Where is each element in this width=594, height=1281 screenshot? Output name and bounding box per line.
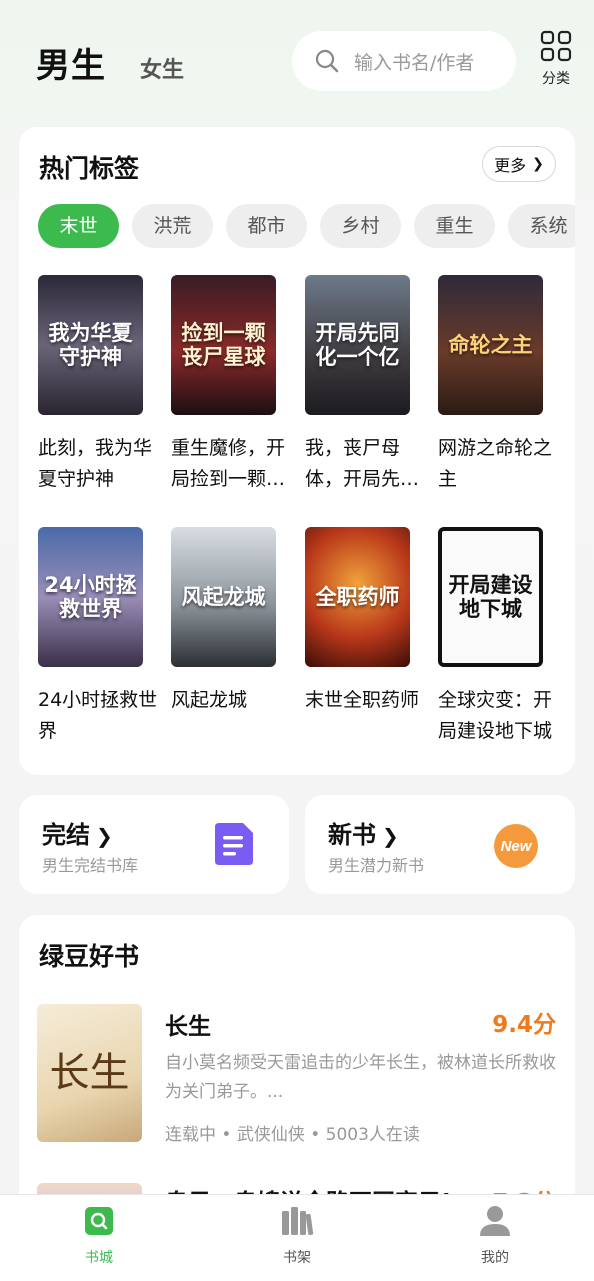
book-meta: 连载中 • 武侠仙侠 • 5003人在读 — [165, 1125, 420, 1145]
completed-shortcut[interactable]: 完结 ❯ 男生完结书库 — [19, 795, 289, 894]
book-cover[interactable]: 命轮之主 — [438, 275, 543, 415]
grid-icon — [540, 30, 572, 62]
book-description: 自小莫名频受天雷追击的少年长生，被林道长所救收为关门弟子。... — [165, 1053, 556, 1102]
chevron-right-icon: ❯ — [532, 156, 544, 172]
cover-title: 长生 — [49, 1050, 130, 1096]
new-badge-icon: New — [494, 824, 538, 868]
book-title[interactable]: 网游之命轮之主 — [438, 433, 560, 495]
book-item[interactable]: 捡到一颗丧尸星球 重生魔修，开局捡到一颗丧尸星球 — [171, 275, 304, 495]
cover-title: 24小时拯救世界 — [44, 573, 137, 621]
bookshelf-icon — [282, 1207, 314, 1235]
shortcut-title: 完结 ❯ — [42, 815, 113, 850]
book-title[interactable]: 此刻，我为华夏守护神 — [38, 433, 160, 495]
search-bar[interactable]: 输入书名/作者 — [292, 31, 516, 91]
new-books-shortcut[interactable]: 新书 ❯ 男生潜力新书 New — [305, 795, 575, 894]
tag-chip[interactable]: 乡村 — [320, 204, 401, 248]
book-item[interactable]: 风起龙城 风起龙城 — [171, 527, 304, 747]
book-title[interactable]: 全球灾变：开局建设地下城 — [438, 685, 560, 747]
book-item[interactable]: 命轮之主 网游之命轮之主 — [438, 275, 571, 495]
nav-label: 书城 — [85, 1250, 113, 1266]
section-title: 绿豆好书 — [39, 942, 140, 971]
top-header: 男生 女生 输入书名/作者 分类 — [0, 0, 594, 125]
completed-subtitle: 男生完结书库 — [42, 856, 139, 875]
nav-label: 我的 — [481, 1250, 509, 1266]
more-button[interactable]: 更多 ❯ — [482, 146, 556, 182]
tab-female[interactable]: 女生 — [140, 52, 184, 84]
cover-title: 命轮之主 — [448, 333, 533, 357]
tag-chip[interactable]: 都市 — [226, 204, 307, 248]
book-cover[interactable]: 开局先同化一个亿 — [305, 275, 410, 415]
book-cover[interactable]: 风起龙城 — [171, 527, 276, 667]
book-cover[interactable]: 全职药师 — [305, 527, 410, 667]
book-item[interactable]: 我为华夏守护神 此刻，我为华夏守护神 — [38, 275, 171, 495]
tag-chip[interactable]: 系统 — [508, 204, 575, 248]
cover-title: 风起龙城 — [181, 585, 266, 609]
completed-title: 完结 — [42, 821, 90, 849]
book-item[interactable]: 开局建设地下城 全球灾变：开局建设地下城 — [438, 527, 571, 747]
bookstore-icon — [85, 1207, 113, 1235]
book-cover[interactable]: 我为华夏守护神 — [38, 275, 143, 415]
book-score: 9.4分 — [492, 1012, 556, 1038]
book-cover[interactable]: 长生 — [37, 1004, 142, 1142]
new-title: 新书 — [328, 821, 376, 849]
tag-list: 末世 洪荒 都市 乡村 重生 系统 — [38, 204, 575, 250]
chevron-right-icon: ❯ — [382, 824, 399, 848]
book-cover[interactable]: 捡到一颗丧尸星球 — [171, 275, 276, 415]
book-title[interactable]: 长生 — [165, 1007, 211, 1041]
book-item[interactable]: 全职药师 末世全职药师 — [305, 527, 438, 747]
hot-tags-card: 热门标签 更多 ❯ 末世 洪荒 都市 乡村 重生 系统 我为华夏守护神 此刻，我为华夏守护… — [19, 127, 575, 775]
profile-icon — [480, 1206, 510, 1236]
book-cover[interactable]: 24小时拯救世界 — [38, 527, 143, 667]
book-title[interactable]: 24小时拯救世界 — [38, 685, 160, 747]
book-title[interactable]: 我，丧尸母体，开局先同化一个亿 — [305, 433, 427, 495]
tab-male[interactable]: 男生 — [36, 38, 106, 87]
nav-profile[interactable]: 我的 — [445, 1205, 545, 1267]
book-title[interactable]: 末世全职药师 — [305, 685, 427, 747]
chevron-right-icon: ❯ — [96, 824, 113, 848]
book-title[interactable]: 风起龙城 — [171, 685, 293, 747]
book-cover[interactable]: 开局建设地下城 — [438, 527, 543, 667]
section-title: 热门标签 — [39, 154, 140, 183]
good-books-card: 绿豆好书 长生 长生 9.4分 自小莫名频受天雷追击的少年长生，被林道长所救收为… — [19, 915, 575, 1215]
tag-chip[interactable]: 末世 — [38, 204, 119, 248]
more-label: 更多 — [494, 156, 527, 175]
new-subtitle: 男生潜力新书 — [328, 856, 425, 875]
tag-chip[interactable]: 重生 — [414, 204, 495, 248]
search-placeholder: 输入书名/作者 — [354, 51, 475, 74]
cover-title: 捡到一颗丧尸星球 — [181, 321, 266, 369]
book-item[interactable]: 24小时拯救世界 24小时拯救世界 — [38, 527, 171, 747]
book-title[interactable]: 重生魔修，开局捡到一颗丧尸星球 — [171, 433, 293, 495]
nav-label: 书架 — [283, 1250, 311, 1266]
cover-title: 我为华夏守护神 — [48, 321, 133, 369]
nav-bookshelf[interactable]: 书架 — [247, 1205, 347, 1267]
category-label: 分类 — [542, 71, 570, 87]
category-button[interactable]: 分类 — [536, 30, 576, 88]
cover-title: 开局先同化一个亿 — [315, 321, 400, 369]
document-icon — [215, 823, 253, 865]
new-badge-text: New — [501, 838, 533, 855]
cover-title: 全职药师 — [315, 585, 400, 609]
tag-chip[interactable]: 洪荒 — [132, 204, 213, 248]
search-icon — [315, 49, 339, 73]
shortcut-title: 新书 ❯ — [328, 815, 399, 850]
bottom-nav: 书城 书架 我的 — [0, 1194, 594, 1281]
nav-bookstore[interactable]: 书城 — [49, 1205, 149, 1267]
cover-title: 开局建设地下城 — [448, 573, 533, 621]
book-item[interactable]: 开局先同化一个亿 我，丧尸母体，开局先同化一个亿 — [305, 275, 438, 495]
